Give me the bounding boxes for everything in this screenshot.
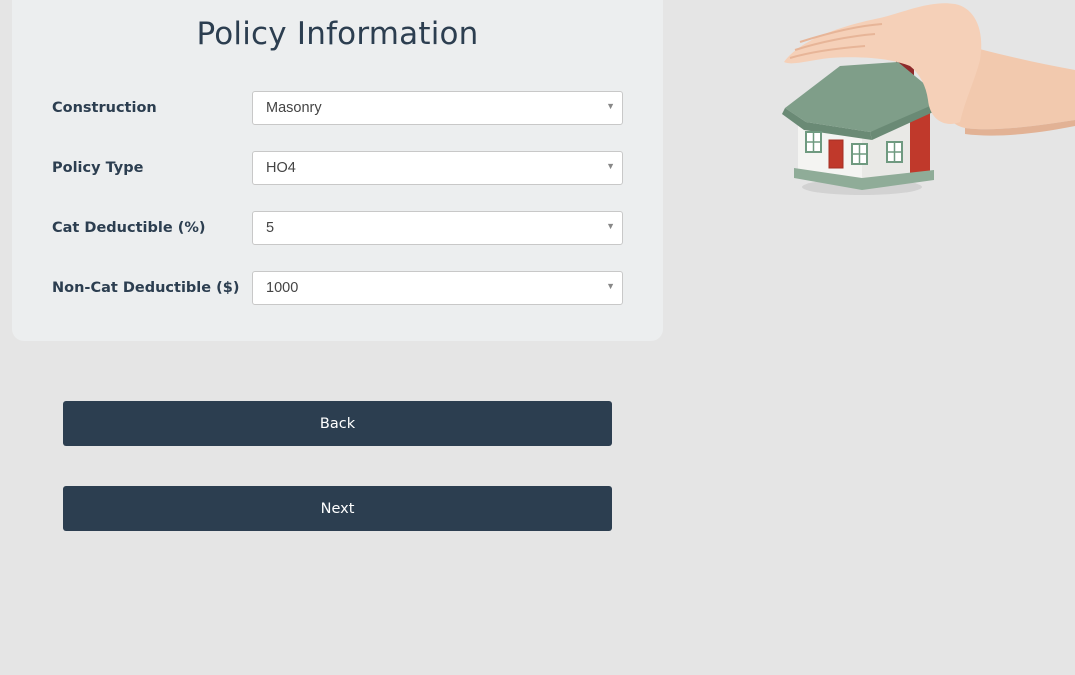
policy-type-value: HO4 [266, 160, 296, 176]
page-title: Policy Information [196, 16, 479, 52]
chevron-down-icon: ▼ [606, 101, 615, 111]
chevron-down-icon: ▼ [606, 221, 615, 231]
non-cat-deductible-select[interactable]: 1000 ▼ [252, 271, 623, 305]
cat-deductible-select[interactable]: 5 ▼ [252, 211, 623, 245]
cat-deductible-label: Cat Deductible (%) [52, 220, 206, 236]
cat-deductible-row: Cat Deductible (%) 5 ▼ [52, 211, 624, 245]
construction-label: Construction [52, 100, 157, 116]
construction-row: Construction Masonry ▼ [52, 91, 624, 125]
chevron-down-icon: ▼ [606, 281, 615, 291]
chevron-down-icon: ▼ [606, 161, 615, 171]
policy-type-label: Policy Type [52, 160, 144, 176]
policy-information-card: Policy Information Construction Masonry … [12, 0, 663, 341]
house-in-hand-icon [782, 3, 1075, 195]
non-cat-deductible-label: Non-Cat Deductible ($) [52, 280, 240, 296]
cat-deductible-value: 5 [266, 220, 275, 236]
non-cat-deductible-value: 1000 [266, 280, 299, 296]
back-button[interactable]: Back [63, 401, 612, 446]
page: Policy Information Construction Masonry … [0, 0, 1075, 675]
policy-type-select[interactable]: HO4 ▼ [252, 151, 623, 185]
policy-type-row: Policy Type HO4 ▼ [52, 151, 624, 185]
next-button[interactable]: Next [63, 486, 612, 531]
construction-select[interactable]: Masonry ▼ [252, 91, 623, 125]
non-cat-deductible-row: Non-Cat Deductible ($) 1000 ▼ [52, 271, 624, 305]
construction-value: Masonry [266, 100, 322, 116]
